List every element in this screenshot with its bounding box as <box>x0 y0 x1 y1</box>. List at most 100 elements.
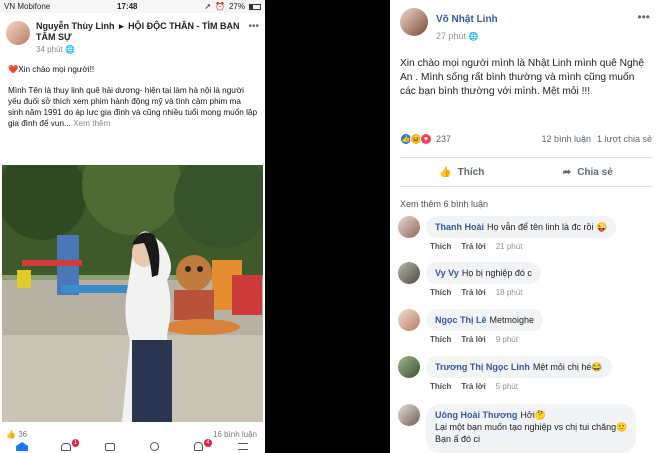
comment-item: Vy Vy Họ bị nghiệp đó c Thích Trả lời 18 ph… <box>398 262 541 297</box>
comment-text: Họ vẫn để tên linh là đc rồi 😜 <box>487 222 608 232</box>
profile-icon <box>150 442 160 451</box>
comment-bubble: Trương Thị Ngọc Linh Mệt mỏi chị hé😂 <box>426 356 612 378</box>
commenter-avatar[interactable] <box>398 356 420 378</box>
post-time[interactable]: 34 phút <box>36 45 63 54</box>
like-reaction-icon: 👍 <box>6 430 16 439</box>
shares-count[interactable]: 1 lượt chia sẻ <box>597 134 652 144</box>
post-text: Xin chào mọi người mình là Nhật Linh mìn… <box>400 58 644 97</box>
like-label: Thích <box>457 166 485 178</box>
comment-text: Hởi🤔 <box>520 410 547 420</box>
reaction-count: 36 <box>18 430 28 439</box>
comment-bubble: Vy Vy Họ bị nghiệp đó c <box>426 262 541 284</box>
share-button[interactable]: ➦ Chia sẻ <box>563 167 613 178</box>
author-name[interactable]: Võ Nhật Linh <box>436 14 498 25</box>
comment-time[interactable]: 9 phút <box>496 335 518 344</box>
comment-like-link[interactable]: Thích <box>430 382 451 391</box>
comment-reply-link[interactable]: Trả lời <box>461 382 485 391</box>
menu-icon <box>237 443 248 450</box>
battery-percent: 27% <box>228 2 245 11</box>
groups-badge: 1 <box>71 438 80 447</box>
share-arrow-icon: ➦ <box>562 166 572 178</box>
menu-tab[interactable] <box>236 442 250 452</box>
commenter-avatar[interactable] <box>398 216 420 238</box>
comment-item: Uông Hoài Thương Hởi🤔 Lại một bạn muốn tạo… <box>398 404 637 453</box>
comment-reply-link[interactable]: Trả lời <box>461 242 485 251</box>
commenter-avatar[interactable] <box>398 309 420 331</box>
globe-icon: 🌐 <box>468 32 479 41</box>
watch-tab[interactable] <box>103 442 117 452</box>
love-reaction-icon[interactable]: ♥ <box>420 133 432 145</box>
comment-time[interactable]: 18 phút <box>496 288 523 297</box>
bottom-tab-bar: 1 4 <box>0 438 265 453</box>
commenter-name[interactable]: Vy Vy <box>435 268 459 278</box>
author-avatar[interactable] <box>6 21 30 45</box>
comment-item: Trương Thị Ngọc Linh Mệt mỏi chị hé😂 Thíc… <box>398 356 612 391</box>
profile-tab[interactable] <box>148 442 162 452</box>
comment-item: Thanh Hoài Họ vẫn để tên linh là đc rồi 😜… <box>398 216 617 251</box>
like-button[interactable]: 👍 Thích <box>439 167 484 178</box>
location-icon: ➚ <box>204 2 212 11</box>
notifications-icon <box>194 442 204 451</box>
comment-like-link[interactable]: Thích <box>430 335 451 344</box>
post-time[interactable]: 27 phút 🌐 <box>436 31 498 41</box>
commenter-avatar[interactable] <box>398 262 420 284</box>
post-header: Nguyễn Thùy Linh ▸ HỘI ĐỘC THÂN - TÌM BẠ… <box>0 13 265 58</box>
comment-time[interactable]: 5 phút <box>496 382 518 391</box>
playground-photo <box>2 165 263 422</box>
home-icon <box>16 442 29 451</box>
comments-count[interactable]: 12 bình luận <box>542 134 592 144</box>
comment-bubble: Thanh Hoài Họ vẫn để tên linh là đc rồi 😜 <box>426 216 617 238</box>
comment-like-link[interactable]: Thích <box>430 242 451 251</box>
reaction-bar: 👍 😆 ♥ 237 12 bình luận 1 lượt chia sẻ <box>400 133 652 145</box>
more-options-icon[interactable]: ••• <box>637 10 650 24</box>
post-body-2: sinh năm 1991 do áp lưc gia đình và cũng… <box>8 108 257 128</box>
comment-text: Metmoighe <box>489 315 535 325</box>
commenter-name[interactable]: Ngọc Thị Lê <box>435 315 487 325</box>
comment-time[interactable]: 21 phút <box>496 242 523 251</box>
comment-count[interactable]: 16 bình luận <box>213 430 257 439</box>
post-body: Mình Tên là thuy linh quê hải dương- hiệ… <box>8 86 244 106</box>
action-bar: 👍 Thích ➦ Chia sẻ <box>400 157 652 187</box>
watch-icon <box>105 442 116 451</box>
post-text: ❤️Xin chào mọi người!! Mình Tên là thuy … <box>0 58 265 135</box>
screenshot: VN Mobifone 17:48 ➚ ⏰ 27% Nguyễn Thùy Li… <box>0 0 660 453</box>
comment-bubble: Uông Hoài Thương Hởi🤔 Lại một bạn muốn tạo… <box>426 404 637 453</box>
commenter-name[interactable]: Thanh Hoài <box>435 222 484 232</box>
comment-bubble: Ngọc Thị Lê Metmoighe <box>426 309 544 331</box>
home-tab[interactable] <box>15 442 29 452</box>
comment-like-link[interactable]: Thích <box>430 288 451 297</box>
comment-text-line-2: Lại một bạn muốn tạo nghiệp vs chị tui c… <box>435 422 628 432</box>
commenter-name[interactable]: Trương Thị Ngọc Linh <box>435 362 530 372</box>
groups-icon <box>61 442 72 451</box>
post-time-text: 27 phút <box>436 31 467 41</box>
notifications-badge: 4 <box>204 438 212 447</box>
share-label: Chia sẻ <box>577 166 613 178</box>
arrow-icon: ▸ <box>119 21 124 31</box>
phone-screenshot: VN Mobifone 17:48 ➚ ⏰ 27% Nguyễn Thùy Li… <box>0 0 265 453</box>
author-name[interactable]: Nguyễn Thùy Linh <box>36 21 115 31</box>
comment-reply-link[interactable]: Trả lời <box>461 288 485 297</box>
see-more-link[interactable]: Xem thêm <box>73 119 110 128</box>
globe-icon: 🌐 <box>64 45 75 54</box>
groups-tab[interactable]: 1 <box>59 438 80 452</box>
thumbs-up-icon: 👍 <box>439 166 452 178</box>
greeting-text: Xin chào mọi người!! <box>18 65 95 74</box>
status-bar: VN Mobifone 17:48 ➚ ⏰ 27% <box>0 0 265 13</box>
notifications-tab[interactable]: 4 <box>192 438 212 452</box>
battery-icon <box>249 3 261 10</box>
comment-reply-link[interactable]: Trả lời <box>461 335 485 344</box>
reaction-summary[interactable]: 👍 36 <box>6 430 27 439</box>
author-avatar[interactable] <box>400 8 428 36</box>
view-more-comments-link[interactable]: Xem thêm 6 bình luận <box>400 199 488 209</box>
alarm-icon: ⏰ <box>215 2 225 11</box>
post-header: Võ Nhật Linh 27 phút 🌐 <box>390 0 660 45</box>
commenter-avatar[interactable] <box>398 404 420 426</box>
post-photo[interactable] <box>2 165 263 422</box>
comment-item: Ngọc Thị Lê Metmoighe Thích Trả lời 9 phút <box>398 309 544 344</box>
facebook-post: Võ Nhật Linh 27 phút 🌐 ••• Xin chào mọi … <box>390 0 660 453</box>
carrier-label: VN Mobifone <box>4 2 51 11</box>
reaction-count[interactable]: 237 <box>436 134 451 144</box>
post-title: Nguyễn Thùy Linh ▸ HỘI ĐỘC THÂN - TÌM BẠ… <box>36 21 242 43</box>
more-options-icon[interactable]: ••• <box>248 21 259 54</box>
commenter-name[interactable]: Uông Hoài Thương <box>435 410 517 420</box>
